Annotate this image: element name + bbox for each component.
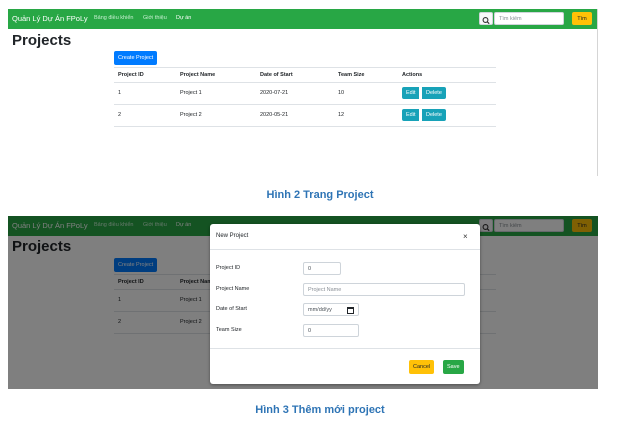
edit-button[interactable]: Edit bbox=[402, 109, 420, 121]
close-icon[interactable]: × bbox=[463, 232, 468, 241]
team-size-label: Team Size bbox=[216, 327, 242, 333]
navbar: Quản Lý Dự Án FPoLy Bảng điều khiển Giới… bbox=[8, 9, 597, 29]
team-size-field[interactable] bbox=[303, 324, 359, 337]
date-of-start-field[interactable]: mm/dd/yy bbox=[303, 303, 359, 316]
cell-date-of-start: 2020-05-21 bbox=[260, 112, 289, 118]
figure-caption-2: Hình 2 Trang Project bbox=[266, 189, 374, 201]
create-project-button[interactable]: Create Project bbox=[114, 51, 158, 65]
navbar-brand[interactable]: Quản Lý Dự Án FPoLy bbox=[12, 14, 88, 23]
new-project-modal: New Project × Project ID Project Name Da… bbox=[210, 224, 480, 384]
nav-dashboard[interactable]: Bảng điều khiển bbox=[94, 15, 133, 21]
header-team-size: Team Size bbox=[338, 72, 365, 78]
header-date-of-start: Date of Start bbox=[260, 72, 293, 78]
edit-button[interactable]: Edit bbox=[402, 87, 420, 99]
project-name-label: Project Name bbox=[216, 286, 250, 292]
page-title: Projects bbox=[12, 32, 72, 49]
project-id-label: Project ID bbox=[216, 265, 241, 271]
figure-caption-3: Hình 3 Thêm mới project bbox=[255, 404, 385, 416]
nav-projects[interactable]: Dự án bbox=[176, 15, 191, 21]
save-button[interactable]: Save bbox=[443, 360, 464, 374]
delete-button[interactable]: Delete bbox=[422, 109, 446, 121]
table-header: Project ID Project Name Date of Start Te… bbox=[114, 67, 496, 83]
header-project-name: Project Name bbox=[180, 72, 216, 78]
cell-team-size: 10 bbox=[338, 90, 345, 96]
search-input[interactable] bbox=[494, 12, 564, 25]
new-project-screenshot: Quản Lý Dự Án FPoLy Bảng điều khiển Giới… bbox=[8, 216, 598, 389]
modal-footer: Cancel Save bbox=[210, 348, 480, 384]
table-row: 2 Project 2 2020-05-21 12 Edit Delete bbox=[114, 105, 496, 127]
date-placeholder: mm/dd/yy bbox=[308, 307, 332, 313]
project-id-field[interactable] bbox=[303, 262, 341, 275]
cell-project-name: Project 2 bbox=[180, 112, 202, 118]
nav-about[interactable]: Giới thiệu bbox=[143, 15, 167, 21]
calendar-icon[interactable] bbox=[347, 307, 354, 314]
cell-team-size: 12 bbox=[338, 112, 345, 118]
search-icon-button[interactable] bbox=[479, 12, 493, 25]
cell-project-name: Project 1 bbox=[180, 90, 202, 96]
cancel-button[interactable]: Cancel bbox=[409, 360, 435, 374]
project-name-field[interactable] bbox=[303, 283, 465, 296]
cell-project-id: 2 bbox=[118, 112, 122, 118]
modal-header: New Project × bbox=[210, 224, 480, 250]
table-row: 1 Project 1 2020-07-21 10 Edit Delete bbox=[114, 83, 496, 105]
project-page-screenshot: Quản Lý Dự Án FPoLy Bảng điều khiển Giới… bbox=[8, 9, 598, 176]
cell-date-of-start: 2020-07-21 bbox=[260, 90, 289, 96]
date-of-start-label: Date of Start bbox=[216, 306, 247, 312]
cell-project-id: 1 bbox=[118, 90, 122, 96]
search-button[interactable]: Tìm bbox=[572, 12, 592, 25]
delete-button[interactable]: Delete bbox=[422, 87, 446, 99]
header-project-id: Project ID bbox=[118, 72, 144, 78]
modal-title: New Project bbox=[216, 233, 249, 239]
header-actions: Actions bbox=[402, 72, 423, 78]
search-icon bbox=[482, 17, 490, 25]
